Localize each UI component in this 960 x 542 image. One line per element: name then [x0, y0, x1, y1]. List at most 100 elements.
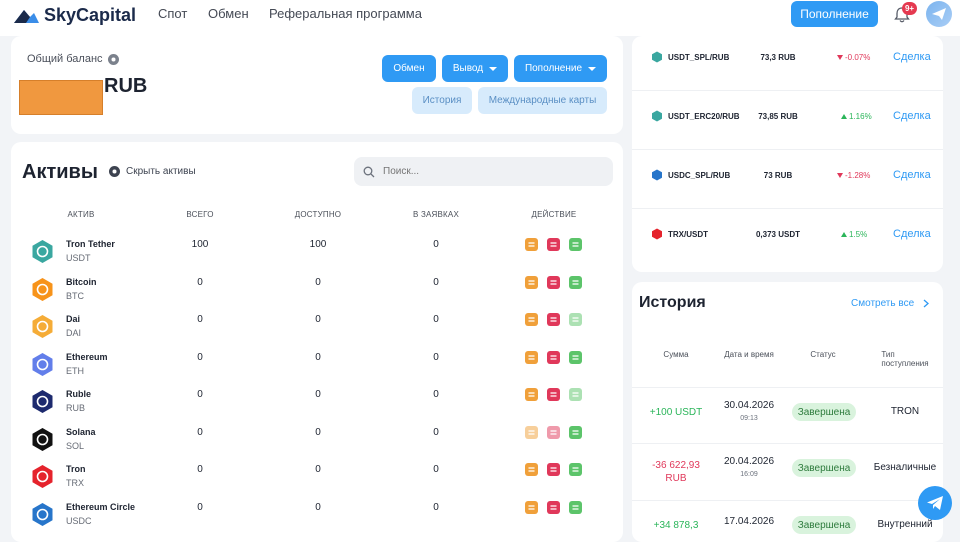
- hide-assets-toggle[interactable]: Скрыть активы: [109, 166, 196, 177]
- divider: [632, 149, 943, 150]
- pair-price: 73,85 RUB: [758, 112, 798, 121]
- pair-change: -0.07%: [837, 53, 870, 62]
- asset-ticker: TRX: [66, 478, 84, 488]
- withdraw-action[interactable]: [547, 463, 560, 476]
- asset-row: Solana SOL 0 0 0: [11, 425, 623, 462]
- withdraw-action[interactable]: [547, 425, 560, 439]
- asset-total: 0: [197, 276, 203, 288]
- exchange-action[interactable]: [525, 238, 538, 251]
- asset-name: Ethereum: [66, 351, 108, 362]
- asset-ticker: USDT: [66, 253, 91, 263]
- topup-button[interactable]: Пополнение: [514, 55, 607, 82]
- exchange-icon: [528, 467, 535, 472]
- withdraw-button[interactable]: Вывод: [442, 55, 508, 82]
- status-badge: Завершена: [792, 403, 856, 421]
- chevron-down-icon: [489, 66, 498, 71]
- nav-referral[interactable]: Реферальная программа: [269, 6, 422, 21]
- pair-price: 0,373 USDT: [755, 230, 801, 239]
- deposit-action[interactable]: [569, 463, 582, 476]
- divider: [632, 387, 943, 388]
- eye-icon[interactable]: [107, 53, 119, 65]
- download-icon: [572, 504, 579, 510]
- exchange-action[interactable]: [525, 425, 538, 439]
- pair-row[interactable]: USDT_ERC20/RUB 73,85 RUB 1.16% Сделка: [632, 95, 943, 153]
- pair-change: 1.16%: [841, 112, 872, 121]
- asset-orders: 0: [433, 314, 439, 325]
- pair-deal-link[interactable]: Сделка: [893, 228, 931, 240]
- hist-col-amount: Сумма: [663, 350, 689, 359]
- nav-spot[interactable]: Спот: [158, 6, 187, 21]
- intl-cards-button[interactable]: Международные карты: [478, 87, 607, 114]
- exchange-action[interactable]: [525, 313, 538, 326]
- usdc-icon: [32, 502, 53, 526]
- asset-orders: 0: [433, 389, 439, 400]
- download-icon: [572, 429, 579, 435]
- deposit-action[interactable]: [569, 238, 582, 251]
- exchange-action[interactable]: [525, 350, 538, 364]
- download-icon: [572, 279, 579, 285]
- nav-exchange[interactable]: Обмен: [208, 6, 249, 21]
- search-input[interactable]: [383, 166, 583, 177]
- history-card: История Смотреть все Сумма Дата и время …: [632, 282, 943, 542]
- exchange-action[interactable]: [525, 500, 538, 514]
- exchange-icon: [528, 504, 535, 510]
- exchange-action[interactable]: [525, 463, 538, 476]
- pair-deal-link[interactable]: Сделка: [893, 51, 931, 63]
- download-icon: [572, 467, 579, 472]
- withdraw-action[interactable]: [547, 500, 560, 514]
- asset-name: Ruble: [66, 389, 92, 399]
- deposit-action[interactable]: [569, 313, 582, 326]
- pair-coin-icon: [652, 110, 662, 122]
- col-action: ДЕЙСТВИЕ: [531, 210, 577, 219]
- withdraw-action[interactable]: [547, 313, 560, 326]
- search-icon: [363, 166, 375, 177]
- pair-row[interactable]: USDC_SPL/RUB 73 RUB -1.28% Сделка: [632, 154, 943, 212]
- assets-title: Активы: [22, 161, 98, 183]
- exchange-action[interactable]: [525, 388, 538, 401]
- deposit-action[interactable]: [569, 388, 582, 401]
- dai-icon: [32, 315, 53, 338]
- exchange-button[interactable]: Обмен: [382, 55, 436, 82]
- pair-row[interactable]: TRX/USDT 0,373 USDT 1.5% Сделка: [632, 213, 943, 271]
- asset-orders: 0: [433, 464, 439, 475]
- balance-amount-redacted: [19, 80, 103, 115]
- asset-available: 0: [315, 351, 321, 363]
- asset-name: Solana: [66, 426, 96, 437]
- pair-deal-link[interactable]: Сделка: [893, 110, 931, 122]
- col-asset: АКТИВ: [67, 210, 95, 219]
- pair-deal-link[interactable]: Сделка: [893, 169, 931, 181]
- withdraw-action[interactable]: [547, 238, 560, 251]
- pair-coin-icon: [652, 169, 662, 181]
- pair-row[interactable]: USDT_SPL/RUB 73,3 RUB -0.07% Сделка: [632, 36, 943, 94]
- deposit-action[interactable]: [569, 350, 582, 364]
- search-box[interactable]: [354, 157, 613, 186]
- deposit-action[interactable]: [569, 425, 582, 439]
- history-button[interactable]: История: [412, 87, 472, 114]
- deposit-action[interactable]: [569, 500, 582, 514]
- asset-available: 0: [315, 276, 321, 288]
- avatar[interactable]: [926, 1, 952, 27]
- arrow-down-icon: [837, 173, 843, 178]
- asset-row: Ruble RUB 0 0 0: [11, 387, 623, 424]
- withdraw-action[interactable]: [547, 350, 560, 364]
- withdraw-action[interactable]: [547, 388, 560, 401]
- divider: [632, 443, 943, 444]
- history-date-value: 20.04.2026: [723, 456, 775, 467]
- deposit-action[interactable]: [569, 275, 582, 289]
- see-all-link[interactable]: Смотреть все: [851, 298, 930, 309]
- asset-name: Ethereum Circle: [66, 501, 136, 512]
- pair-name: USDT_ERC20/RUB: [668, 112, 740, 121]
- asset-total: 0: [197, 351, 203, 363]
- withdraw-action[interactable]: [547, 275, 560, 289]
- exchange-action[interactable]: [525, 275, 538, 289]
- asset-available: 0: [315, 426, 321, 438]
- arrow-up-icon: [841, 232, 847, 237]
- brand-logo[interactable]: SkyCapital: [12, 5, 136, 26]
- asset-total: 0: [197, 389, 203, 400]
- asset-ticker: SOL: [66, 440, 85, 451]
- asset-row: Ethereum ETH 0 0 0: [11, 350, 623, 387]
- tether-icon: [32, 240, 53, 263]
- send-out-icon: [550, 279, 557, 285]
- header-topup-button[interactable]: Пополнение: [791, 1, 878, 27]
- telegram-chat-button[interactable]: [918, 486, 952, 520]
